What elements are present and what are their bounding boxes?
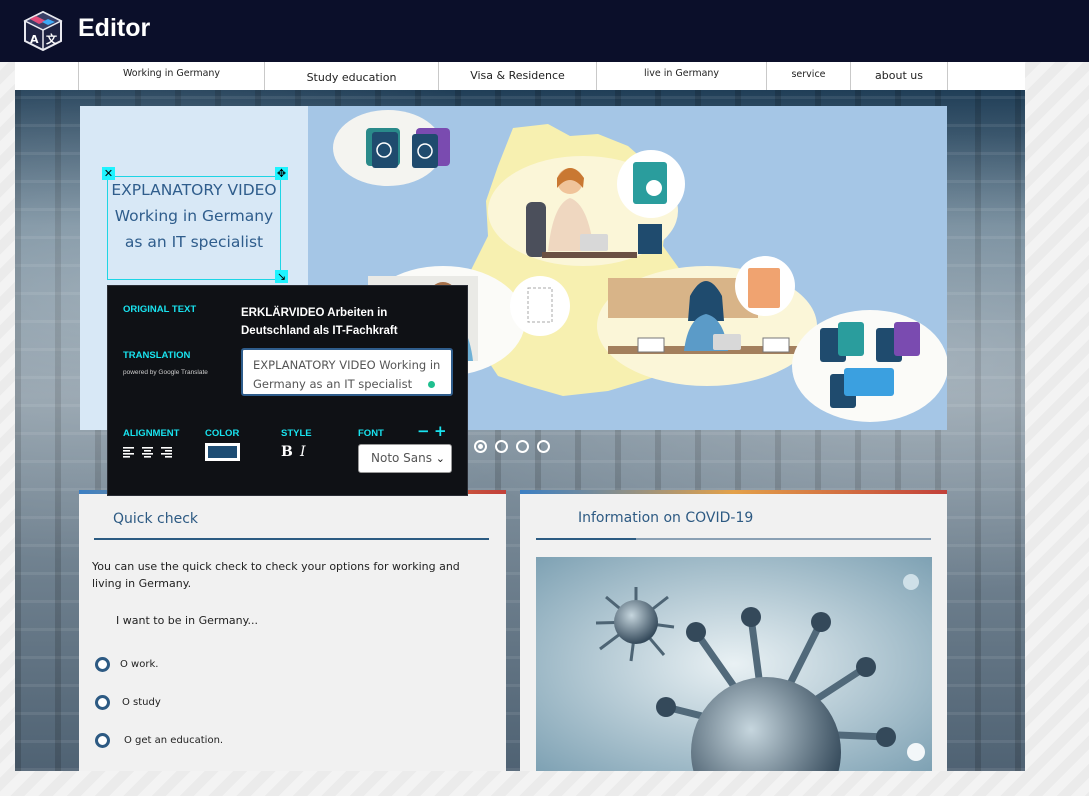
quick-check-question: I want to be in Germany... bbox=[116, 614, 259, 627]
svg-text:文: 文 bbox=[46, 32, 58, 46]
hero-text-line3: as an IT specialist bbox=[124, 233, 264, 251]
original-text: ERKLÄRVIDEO Arbeiten in Deutschland als … bbox=[241, 307, 398, 337]
alignment-label: ALIGNMENT bbox=[123, 428, 180, 439]
nav-label: Working in Germany bbox=[122, 67, 221, 79]
carousel-dot-1[interactable] bbox=[474, 440, 487, 453]
carousel-dot-4[interactable] bbox=[537, 440, 550, 453]
carousel-dot-2[interactable] bbox=[495, 440, 508, 453]
nav-study-education[interactable]: Study education bbox=[264, 62, 438, 90]
powered-by-google: powered by Google Translate bbox=[123, 369, 208, 376]
radio-button[interactable] bbox=[95, 695, 110, 710]
title-underline bbox=[94, 538, 489, 540]
align-right-icon[interactable] bbox=[161, 447, 172, 458]
nav-label: Study education bbox=[306, 70, 397, 84]
nav-service[interactable]: service bbox=[766, 62, 850, 90]
hero-text-line1: EXPLANATORY VIDEO bbox=[111, 181, 277, 199]
status-dot-icon bbox=[428, 381, 435, 388]
title-underline-accent bbox=[536, 538, 636, 540]
covid-title[interactable]: Information on COVID-19 bbox=[578, 510, 753, 526]
move-handle-icon[interactable]: ✥ bbox=[275, 167, 288, 180]
carousel-dot-3[interactable] bbox=[516, 440, 529, 453]
font-size-decrease-button[interactable]: − bbox=[417, 424, 430, 439]
nav-working-in-germany[interactable]: Working in Germany bbox=[78, 62, 264, 90]
option-label: O work. bbox=[120, 659, 159, 670]
align-left-icon[interactable] bbox=[123, 447, 134, 458]
font-select-value: Noto Sans bbox=[371, 451, 433, 465]
translate-cube-icon[interactable]: A 文 bbox=[22, 10, 64, 52]
hero-text-selected[interactable]: EXPLANATORY VIDEO Working in Germany as … bbox=[107, 176, 281, 280]
delete-handle-icon[interactable]: ✕ bbox=[102, 167, 115, 180]
radio-button[interactable] bbox=[95, 733, 110, 748]
coronavirus-image bbox=[536, 557, 932, 771]
italic-button[interactable]: I bbox=[300, 444, 306, 460]
chevron-down-icon: ⌄ bbox=[435, 452, 445, 465]
covid-card: Information on COVID-19 bbox=[520, 490, 947, 771]
option-education[interactable]: O get an education. bbox=[95, 733, 223, 748]
hero-text-line2: Working in Germany bbox=[114, 207, 274, 225]
nav-label: live in Germany bbox=[643, 67, 720, 79]
nav-label: service bbox=[791, 68, 826, 80]
quick-check-title: Quick check bbox=[113, 511, 199, 527]
translation-label: TRANSLATION bbox=[123, 350, 191, 361]
font-size-increase-button[interactable]: + bbox=[434, 424, 447, 439]
nav-label: Visa & Residence bbox=[470, 68, 565, 82]
svg-text:A: A bbox=[30, 33, 39, 46]
option-work[interactable]: O work. bbox=[95, 657, 158, 672]
nav-live-in-germany[interactable]: live in Germany bbox=[596, 62, 766, 90]
card-accent-line bbox=[520, 490, 947, 494]
option-label: O study bbox=[122, 697, 161, 708]
original-text-label: ORIGINAL TEXT bbox=[123, 304, 197, 315]
style-label: STYLE bbox=[281, 428, 312, 439]
radio-button[interactable] bbox=[95, 657, 110, 672]
nav-about-us[interactable]: about us bbox=[850, 62, 948, 90]
quick-check-description: You can use the quick check to check you… bbox=[92, 560, 460, 590]
nav-visa-residence[interactable]: Visa & Residence bbox=[438, 62, 596, 90]
app-title: Editor bbox=[78, 14, 151, 42]
option-label: O get an education. bbox=[124, 735, 224, 746]
site-navigation: Working in Germany Study education Visa … bbox=[15, 62, 1025, 90]
resize-handle-icon[interactable]: ↘ bbox=[275, 270, 288, 283]
color-swatch[interactable] bbox=[205, 443, 240, 461]
align-center-icon[interactable] bbox=[142, 447, 153, 458]
font-label: FONT bbox=[358, 428, 384, 439]
nav-label: about us bbox=[875, 68, 923, 82]
translation-popup: ORIGINAL TEXT ERKLÄRVIDEO Arbeiten in De… bbox=[107, 285, 468, 496]
translation-input[interactable]: EXPLANATORY VIDEO Working in Germany as … bbox=[241, 348, 453, 396]
bold-button[interactable]: B bbox=[281, 444, 293, 460]
color-label: COLOR bbox=[205, 428, 240, 439]
font-select[interactable]: Noto Sans ⌄ bbox=[358, 444, 452, 473]
quick-check-card: Quick check You can use the quick check … bbox=[79, 490, 506, 771]
editor-topbar: A 文 Editor bbox=[0, 0, 1089, 62]
option-study[interactable]: O study bbox=[95, 695, 161, 710]
